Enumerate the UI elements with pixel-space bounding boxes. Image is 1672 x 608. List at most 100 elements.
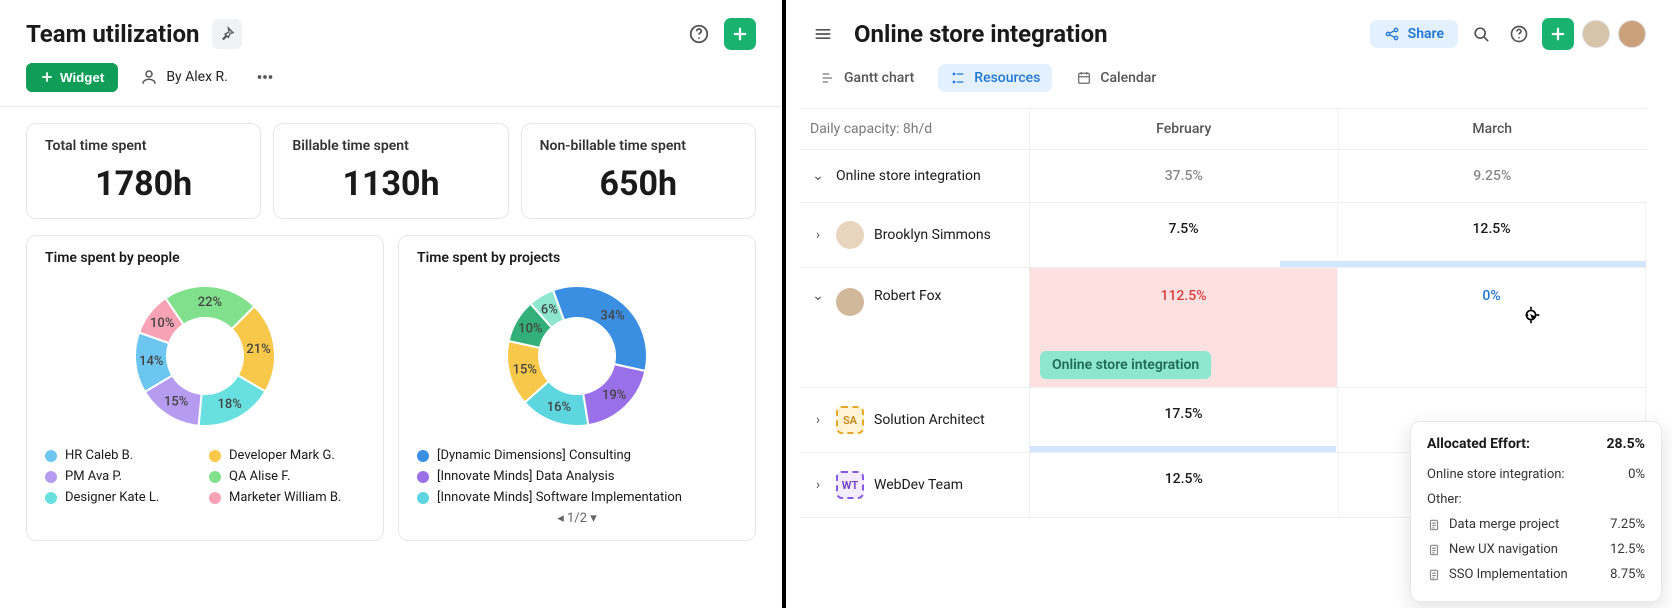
svg-text:34%: 34%	[600, 308, 624, 323]
row-val-feb: 37.5%	[1030, 150, 1339, 202]
col-february: February	[1030, 109, 1339, 149]
chevron-right-icon[interactable]: ›	[810, 227, 826, 243]
popup-item-val: 8.75%	[1610, 567, 1645, 582]
row-val-mar: 9.25%	[1339, 150, 1647, 202]
avatar[interactable]	[1582, 20, 1610, 48]
help-icon	[1509, 24, 1529, 44]
capacity-label: Daily capacity: 8h/d	[800, 109, 1030, 149]
row-label: Brooklyn Simmons	[874, 227, 991, 243]
legend-item: Designer Kate L.	[45, 490, 201, 505]
stat-card-total[interactable]: Total time spent 1780h	[26, 123, 261, 219]
donut-projects: 34%19%16%15%10%6%	[487, 276, 667, 436]
row-label: WebDev Team	[874, 477, 963, 493]
tab-calendar[interactable]: Calendar	[1064, 64, 1168, 92]
tab-label: Gantt chart	[844, 70, 914, 86]
right-panel: Online store integration Share	[782, 0, 1672, 608]
legend-item: [Innovate Minds] Software Implementation	[417, 490, 737, 505]
row-val-mar: 12.5%	[1338, 203, 1646, 267]
chevron-down-icon[interactable]: ⌄	[810, 288, 826, 304]
tab-label: Resources	[974, 70, 1040, 86]
help-icon	[688, 23, 710, 45]
legend-label: Marketer William B.	[229, 490, 341, 505]
popup-item-name: New UX navigation	[1449, 542, 1558, 557]
share-label: Share	[1408, 26, 1444, 42]
popup-item-val: 7.25%	[1610, 517, 1645, 532]
stat-label: Billable time spent	[292, 138, 489, 154]
chevron-right-icon[interactable]: ›	[810, 412, 826, 428]
legend-label: Designer Kate L.	[65, 490, 159, 505]
legend-label: [Innovate Minds] Software Implementation	[437, 490, 682, 505]
legend-dot-icon	[209, 471, 221, 483]
role-icon: WT	[836, 471, 864, 499]
row-label: Robert Fox	[874, 288, 941, 304]
svg-text:15%: 15%	[513, 363, 537, 378]
more-button[interactable]	[250, 62, 280, 92]
popup-title: Allocated Effort:	[1427, 436, 1530, 452]
svg-text:22%: 22%	[198, 295, 222, 310]
help-button[interactable]	[684, 19, 714, 49]
legend-label: [Innovate Minds] Data Analysis	[437, 469, 614, 484]
more-icon	[254, 66, 276, 88]
legend-projects: [Dynamic Dimensions] Consulting [Innovate…	[417, 448, 737, 505]
row-label: Solution Architect	[874, 412, 985, 428]
legend-label: QA Alise F.	[229, 469, 290, 484]
chart-people[interactable]: Time spent by people 22%21%18%15%14%10% …	[26, 235, 384, 541]
chevron-down-icon[interactable]: ⌄	[810, 168, 826, 184]
legend-dot-icon	[209, 450, 221, 462]
legend-dot-icon	[417, 471, 429, 483]
chevron-right-icon[interactable]: ›	[810, 477, 826, 493]
tab-gantt[interactable]: Gantt chart	[808, 64, 926, 92]
svg-text:10%: 10%	[518, 322, 542, 337]
plus-icon	[731, 25, 749, 43]
stat-label: Non-billable time spent	[540, 138, 737, 154]
pager-prev-icon[interactable]: ◂	[557, 511, 564, 526]
legend-item: HR Caleb B.	[45, 448, 201, 463]
popup-item-name: Online store integration:	[1427, 467, 1565, 482]
stat-card-nonbillable[interactable]: Non-billable time spent 650h	[521, 123, 756, 219]
stat-card-billable[interactable]: Billable time spent 1130h	[273, 123, 508, 219]
pager-next-icon[interactable]: ▾	[590, 511, 597, 526]
left-panel: Team utilization Widget By	[0, 0, 782, 608]
pin-button[interactable]	[212, 19, 242, 49]
popup-total: 28.5%	[1606, 436, 1645, 452]
svg-text:18%: 18%	[217, 397, 241, 412]
widget-button[interactable]: Widget	[26, 63, 118, 92]
menu-icon	[813, 24, 833, 44]
pager-label: 1/2	[567, 511, 587, 526]
tab-resources[interactable]: Resources	[938, 64, 1052, 92]
chart-projects[interactable]: Time spent by projects 34%19%16%15%10%6%…	[398, 235, 756, 541]
author[interactable]: By Alex R.	[140, 68, 228, 86]
row-val-feb: 12.5%	[1030, 453, 1339, 517]
search-button[interactable]	[1466, 19, 1496, 49]
popup-item-name: SSO Implementation	[1449, 567, 1568, 582]
cursor-icon	[1520, 304, 1542, 331]
row-val-feb: 7.5%	[1030, 203, 1338, 267]
widget-label: Widget	[60, 70, 104, 85]
right-title: Online store integration	[854, 20, 1108, 48]
plus-icon	[1549, 25, 1567, 43]
add-button[interactable]	[1542, 18, 1574, 50]
popup-item-val: 0%	[1628, 467, 1645, 482]
legend-dot-icon	[209, 492, 221, 504]
row-project[interactable]: ⌄ Online store integration 37.5% 9.25%	[800, 150, 1646, 203]
tab-label: Calendar	[1100, 70, 1156, 86]
stat-value: 650h	[540, 164, 737, 204]
stat-label: Total time spent	[45, 138, 242, 154]
share-button[interactable]: Share	[1370, 20, 1458, 48]
legend-dot-icon	[45, 450, 57, 462]
legend-item: PM Ava P.	[45, 469, 201, 484]
popup-item: SSO Implementation 8.75%	[1427, 562, 1645, 587]
row-val-mar: 0%	[1338, 268, 1646, 387]
row-brooklyn[interactable]: › Brooklyn Simmons 7.5% 12.5%	[800, 203, 1646, 268]
role-icon: SA	[836, 406, 864, 434]
row-label: Online store integration	[836, 168, 981, 184]
avatar[interactable]	[1618, 20, 1646, 48]
pager[interactable]: ◂ 1/2 ▾	[417, 511, 737, 526]
menu-button[interactable]	[808, 19, 838, 49]
donut-people: 22%21%18%15%14%10%	[115, 276, 295, 436]
legend-item: [Dynamic Dimensions] Consulting	[417, 448, 737, 463]
help-button[interactable]	[1504, 19, 1534, 49]
task-chip[interactable]: Online store integration	[1040, 351, 1211, 379]
add-button[interactable]	[724, 18, 756, 50]
chart-title: Time spent by projects	[417, 250, 737, 266]
